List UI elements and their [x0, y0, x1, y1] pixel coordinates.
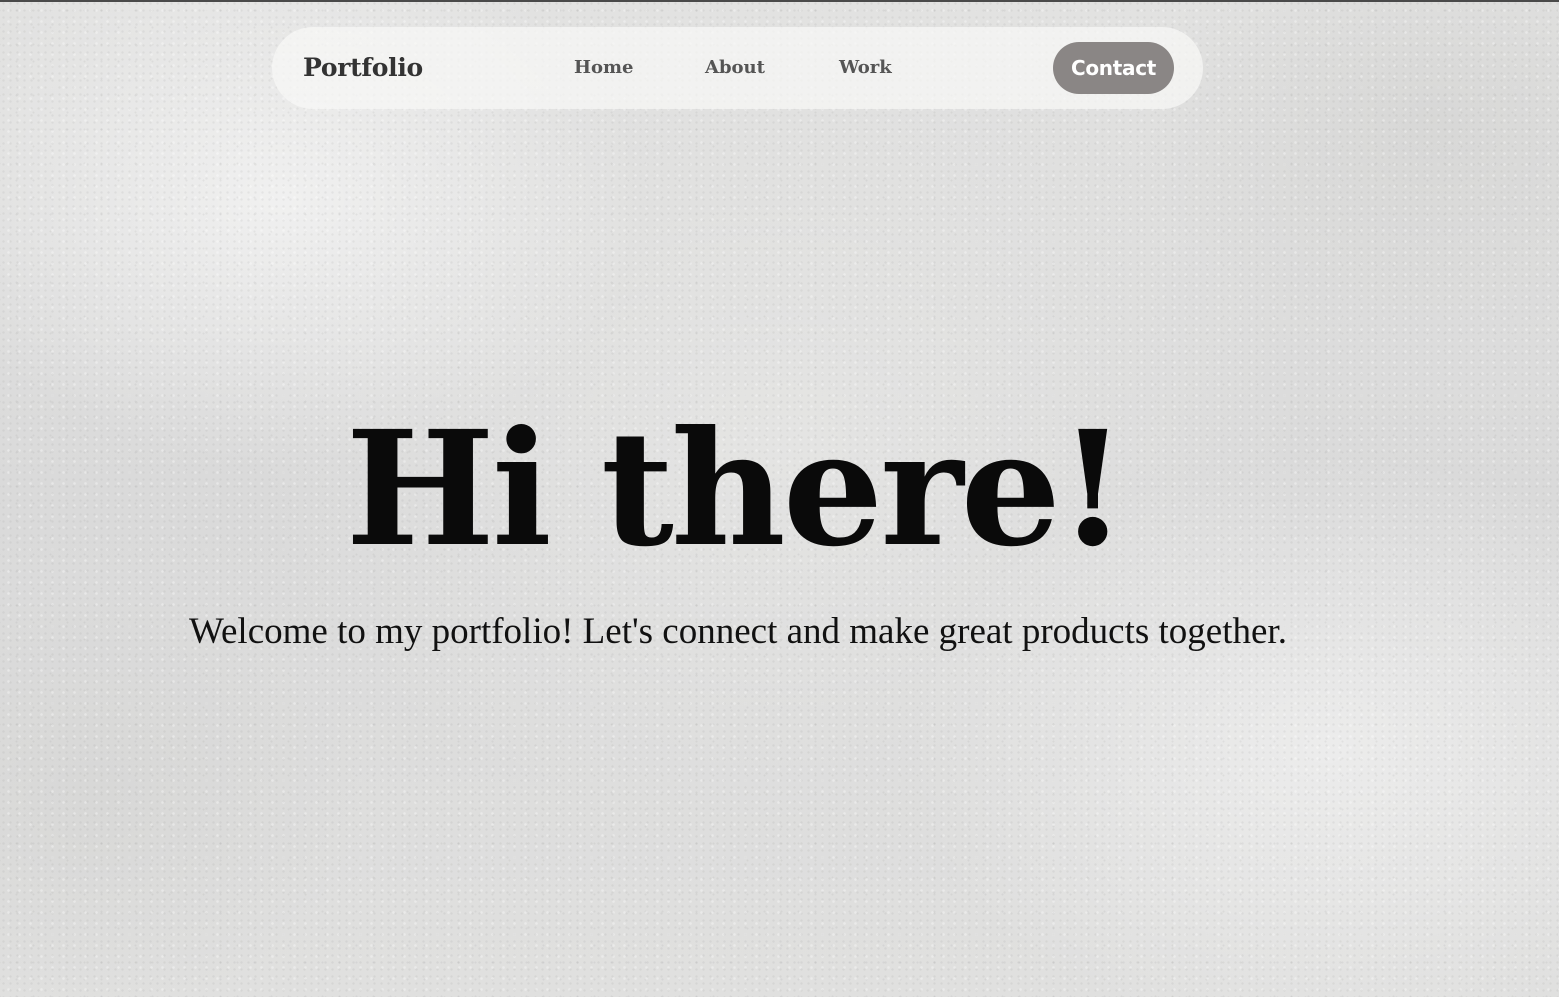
nav-link-home[interactable]: Home — [574, 27, 634, 109]
page: { "nav": { "brand": "Portfolio", "links"… — [0, 0, 1559, 997]
hero-title: Hi there! — [345, 397, 1128, 582]
hero-subtitle: Welcome to my portfolio! Let's connect a… — [189, 611, 1287, 652]
contact-button[interactable]: Contact — [1053, 42, 1174, 94]
nav-link-work[interactable]: Work — [839, 27, 892, 109]
brand-logo[interactable]: Portfolio — [303, 27, 423, 109]
nav-link-about[interactable]: About — [705, 27, 765, 109]
navbar: Portfolio Home About Work Contact — [272, 27, 1203, 109]
top-border — [0, 0, 1559, 2]
